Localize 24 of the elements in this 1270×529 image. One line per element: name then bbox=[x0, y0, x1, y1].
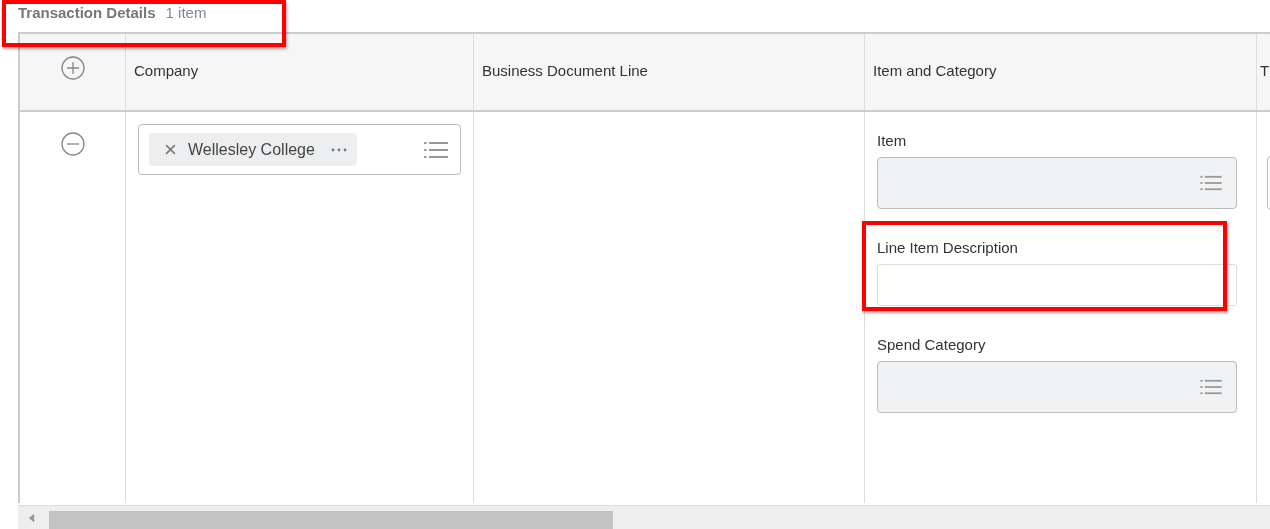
horizontal-scrollbar[interactable] bbox=[18, 505, 1270, 529]
company-value: Wellesley College bbox=[188, 140, 315, 159]
list-icon[interactable] bbox=[424, 140, 448, 159]
column-header: Item and Category bbox=[873, 62, 997, 79]
column-header: Company bbox=[134, 62, 199, 79]
column-header: T bbox=[1260, 62, 1270, 79]
field-label: Spend Category bbox=[877, 336, 987, 353]
prompt-field[interactable] bbox=[877, 157, 1237, 209]
remove-icon[interactable] bbox=[165, 144, 176, 155]
remove-row-icon[interactable] bbox=[60, 132, 85, 156]
field-label: Item bbox=[877, 132, 908, 149]
field-label: Line Item Description bbox=[877, 239, 1019, 256]
list-icon[interactable] bbox=[1200, 175, 1222, 191]
column-header: Business Document Line bbox=[482, 62, 648, 79]
prompt-field[interactable] bbox=[877, 361, 1237, 413]
text-field[interactable] bbox=[877, 264, 1237, 306]
company-field[interactable]: Wellesley College bbox=[138, 124, 461, 175]
item-count: 1 item bbox=[165, 4, 207, 21]
scroll-left-icon[interactable] bbox=[28, 512, 35, 523]
list-icon[interactable] bbox=[1200, 379, 1222, 395]
section-title: Transaction Details bbox=[18, 4, 156, 21]
more-icon[interactable] bbox=[330, 147, 347, 152]
scrollbar-thumb[interactable] bbox=[49, 511, 613, 529]
add-row-icon[interactable] bbox=[60, 56, 85, 80]
